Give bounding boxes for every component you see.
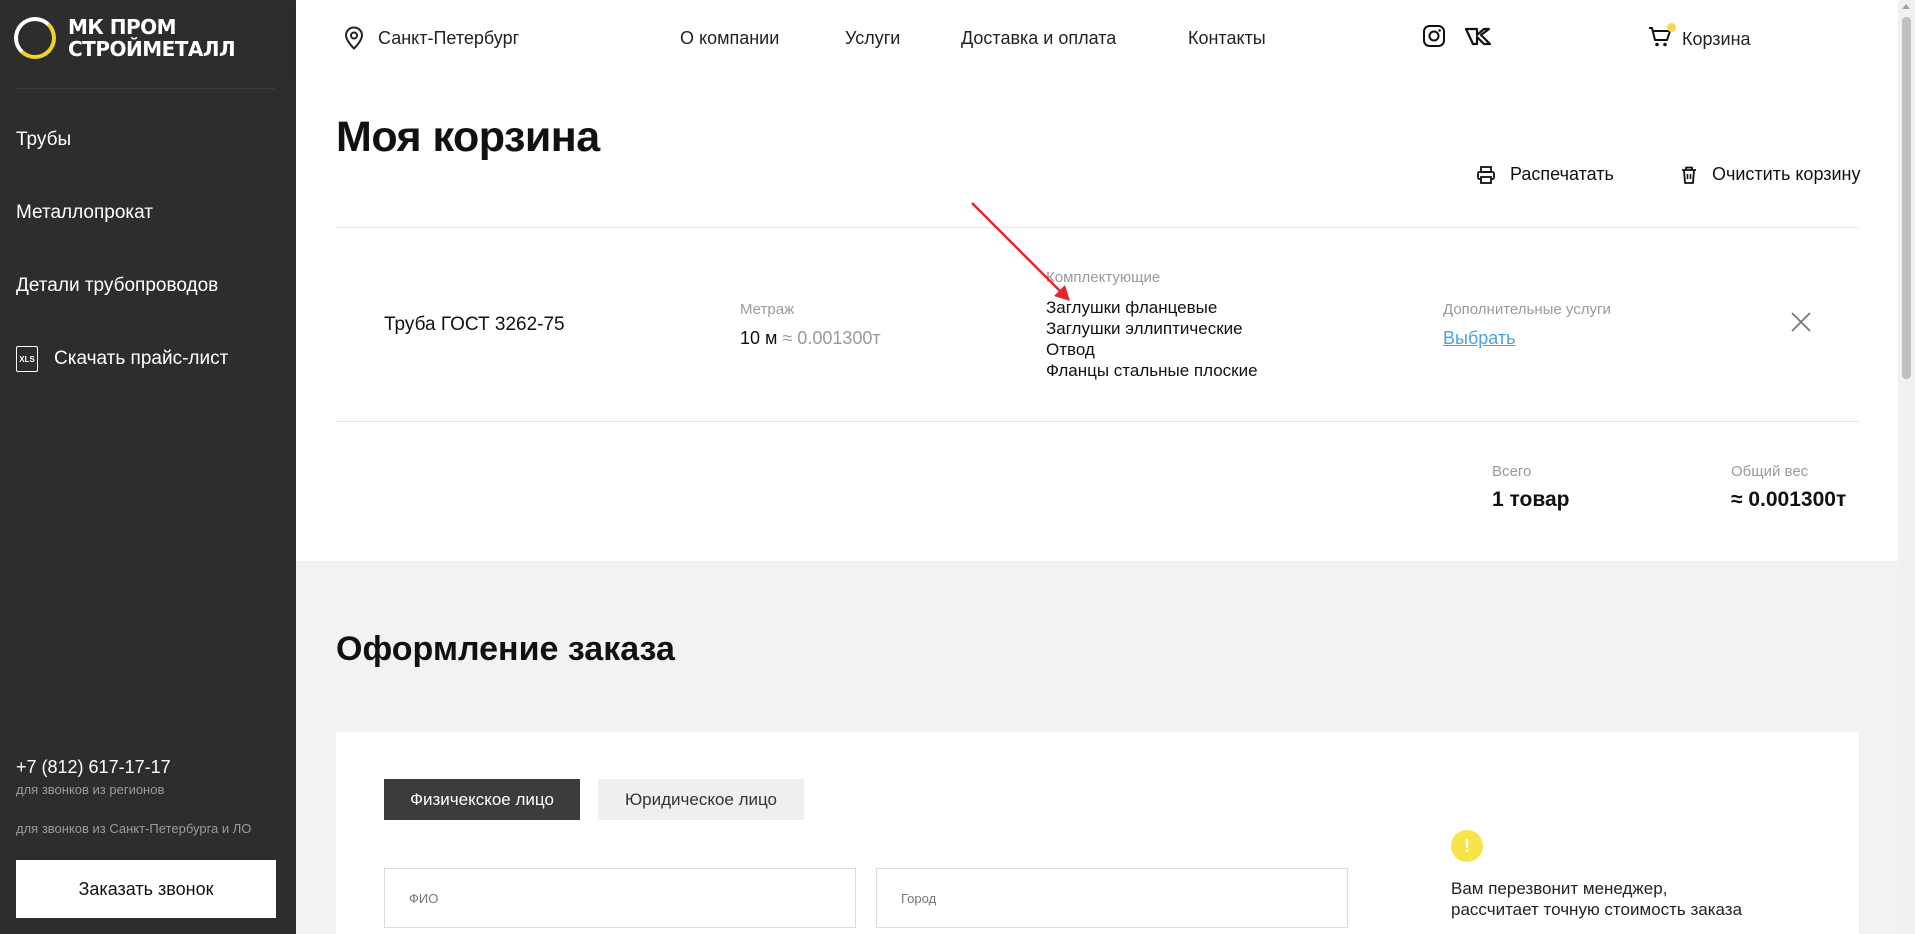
cart-divider-bottom <box>336 421 1859 422</box>
accessory-item: Заглушки эллиптические <box>1046 319 1243 338</box>
meter-value: 10 м ≈ 0.001300т <box>740 328 881 349</box>
instagram-icon[interactable] <box>1422 24 1446 48</box>
print-label: Распечатать <box>1510 164 1614 184</box>
info-warning-icon: ! <box>1451 830 1483 862</box>
tab-legal-entity[interactable]: Юридическое лицо <box>598 779 804 820</box>
accessory-item: Фланцы стальные плоские <box>1046 361 1258 380</box>
printer-icon <box>1477 165 1495 184</box>
product-name[interactable]: Труба ГОСТ 3262-75 <box>384 314 565 336</box>
checkout-title: Оформление заказа <box>336 630 675 668</box>
nav-contacts[interactable]: Контакты <box>1188 28 1266 49</box>
clear-cart-button[interactable]: Очистить корзину <box>1680 164 1861 185</box>
meter-weight: ≈ 0.001300т <box>782 328 881 348</box>
manager-callback-info: Вам перезвонит менеджер, рассчитает точн… <box>1451 879 1743 919</box>
logo-text: МК ПРОМ СТРОЙМЕТАЛЛ <box>68 15 236 61</box>
phone-note-spb: для звонков из Санкт-Петербурга и ЛО <box>16 821 252 836</box>
page-scrollbar[interactable] <box>1898 0 1915 934</box>
logo-ring-icon <box>14 17 56 59</box>
city-selector[interactable]: Санкт-Петербург <box>344 26 519 50</box>
scrollbar-thumb[interactable] <box>1902 17 1911 379</box>
nav-services[interactable]: Услуги <box>845 28 900 49</box>
print-button[interactable]: Распечатать <box>1476 164 1614 185</box>
extra-services-label: Дополнительные услуги <box>1443 301 1611 318</box>
top-header: Санкт-Петербург О компании Услуги Достав… <box>296 0 1898 77</box>
tab-individual[interactable]: Физичекское лицо <box>384 779 580 820</box>
city-input[interactable] <box>876 868 1348 928</box>
scroll-up-arrow-icon[interactable] <box>1902 4 1910 9</box>
cart-divider-top <box>336 227 1859 228</box>
accessory-item: Отвод <box>1046 340 1095 359</box>
phone-note-regions: для звонков из регионов <box>16 782 165 797</box>
sidebar-divider <box>15 88 275 89</box>
order-callback-button[interactable]: Заказать звонок <box>16 860 276 918</box>
logo[interactable]: МК ПРОМ СТРОЙМЕТАЛЛ <box>14 15 236 61</box>
phone-number[interactable]: +7 (812) 617-17-17 <box>16 757 171 778</box>
download-price-list-label: Скачать прайс-лист <box>54 348 229 369</box>
meter-length: 10 м <box>740 328 778 348</box>
red-arrow-annotation <box>971 202 1070 301</box>
city-name: Санкт-Петербург <box>378 27 520 48</box>
choose-services-link[interactable]: Выбрать <box>1443 328 1516 349</box>
fio-input[interactable] <box>384 868 856 928</box>
logo-line-2: СТРОЙМЕТАЛЛ <box>68 37 236 61</box>
nav-delivery-payment[interactable]: Доставка и оплата <box>961 28 1116 49</box>
total-weight-value: ≈ 0.001300т <box>1731 488 1847 511</box>
remove-item-close-icon[interactable] <box>1790 311 1812 333</box>
logo-line-1: МК ПРОМ <box>68 15 177 39</box>
total-count: 1 товар <box>1492 488 1570 511</box>
clear-cart-label: Очистить корзину <box>1712 164 1861 184</box>
sidebar: МК ПРОМ СТРОЙМЕТАЛЛ Трубы Металлопрокат … <box>0 0 296 934</box>
sidebar-item-pipes[interactable]: Трубы <box>16 129 71 151</box>
page-title: Моя корзина <box>336 113 600 161</box>
vk-icon[interactable] <box>1464 27 1496 47</box>
nav-about[interactable]: О компании <box>680 28 779 49</box>
total-weight-label: Общий вес <box>1731 463 1809 480</box>
meter-label: Метраж <box>740 301 795 318</box>
xls-file-icon: XLS <box>16 346 38 372</box>
trash-icon <box>1682 166 1696 184</box>
download-price-list-link[interactable]: XLS Скачать прайс-лист <box>16 346 228 372</box>
header-cart-link[interactable]: Корзина <box>1648 23 1751 53</box>
cart-icon <box>1648 23 1676 53</box>
total-label: Всего <box>1492 463 1532 480</box>
sidebar-item-pipeline-parts[interactable]: Детали трубопроводов <box>16 275 218 297</box>
cart-badge-dot <box>1667 23 1676 32</box>
location-pin-icon <box>344 26 364 50</box>
cart-label: Корзина <box>1682 29 1751 49</box>
sidebar-item-metal-rolling[interactable]: Металлопрокат <box>16 202 153 224</box>
